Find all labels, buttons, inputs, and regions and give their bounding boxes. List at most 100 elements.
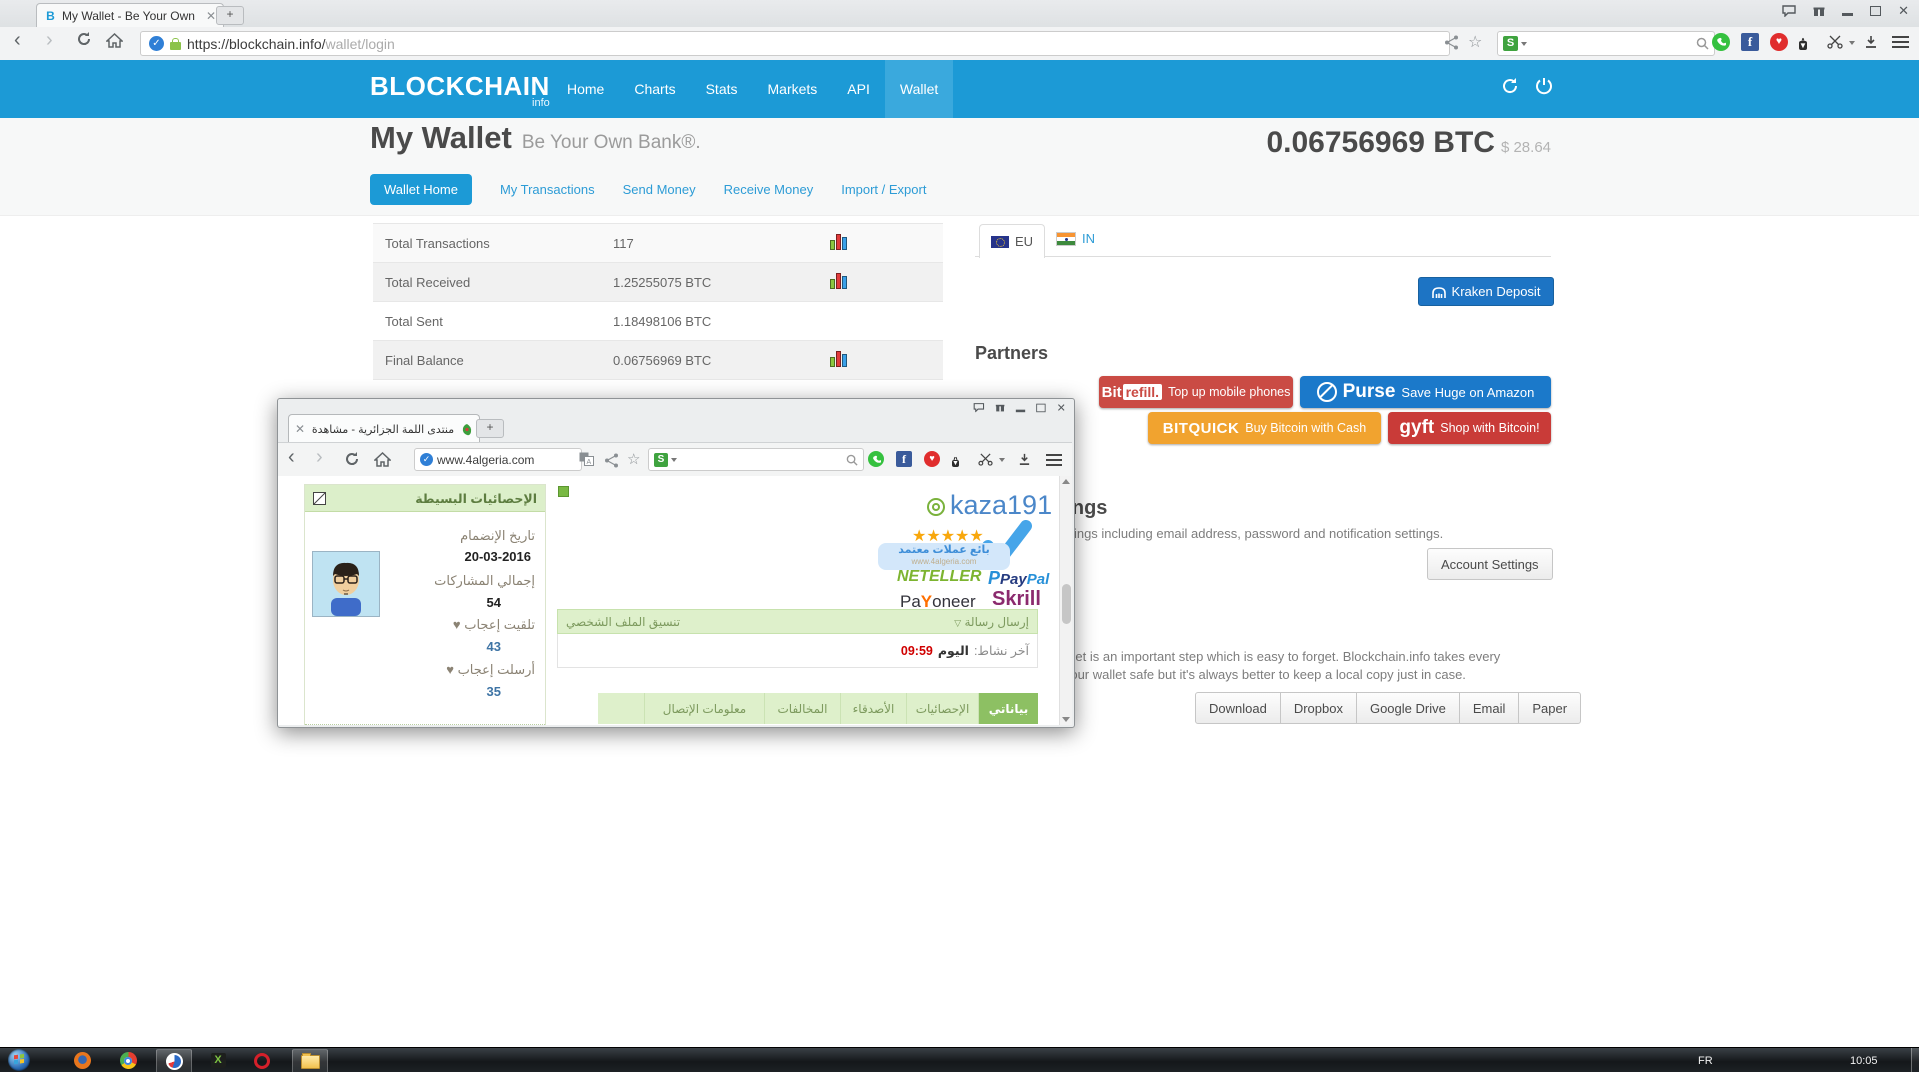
tab-statistics[interactable]: الإحصائيات <box>906 693 978 724</box>
taskbar-clock[interactable]: 10:05 <box>1850 1048 1878 1072</box>
address-bar[interactable]: ✓ https://blockchain.info/wallet/login <box>140 31 1450 56</box>
whatsapp-icon[interactable] <box>868 451 884 467</box>
whatsapp-icon[interactable] <box>1712 33 1730 51</box>
tab-my-transactions[interactable]: My Transactions <box>500 182 595 197</box>
search-engine-caret-icon[interactable] <box>1521 42 1527 46</box>
tab-close-icon[interactable]: ✕ <box>295 422 305 436</box>
browser-tab-wallet[interactable]: B My Wallet - Be Your Own ✕ <box>36 3 224 28</box>
scroll-up-icon[interactable] <box>1062 479 1070 484</box>
reload-icon[interactable] <box>344 451 360 467</box>
language-indicator[interactable]: FR <box>1698 1048 1713 1072</box>
format-profile-link[interactable]: تنسيق الملف الشخصي <box>566 615 680 629</box>
close-button[interactable]: ✕ <box>1057 402 1066 413</box>
search-magnifier-icon[interactable] <box>846 454 858 466</box>
forward-icon[interactable]: › <box>46 29 53 52</box>
translate-icon[interactable]: A <box>579 452 594 466</box>
tab-wallet-home[interactable]: Wallet Home <box>370 174 472 205</box>
tab-in[interactable]: IN <box>1056 231 1095 246</box>
menu-icon[interactable] <box>1046 452 1062 467</box>
back-icon[interactable]: ‹ <box>14 29 21 52</box>
search-engine-icon[interactable]: S <box>654 453 668 467</box>
taskbar-maxthon-icon[interactable] <box>156 1049 192 1072</box>
minimize-button[interactable] <box>1842 13 1853 16</box>
tab-close-icon[interactable]: ✕ <box>206 9 216 23</box>
profile-username[interactable]: kaza191 <box>950 490 1052 521</box>
feedback-bubble-icon[interactable] <box>1782 5 1796 17</box>
video-downloader-icon[interactable]: ▼ <box>1799 41 1807 50</box>
nav-markets[interactable]: Markets <box>753 60 833 118</box>
account-settings-button[interactable]: Account Settings <box>1427 548 1553 580</box>
tab-import-export[interactable]: Import / Export <box>841 182 926 197</box>
tab-infractions[interactable]: المخالفات <box>764 693 840 724</box>
logout-power-icon[interactable] <box>1534 76 1554 96</box>
bookmark-star-icon[interactable]: ☆ <box>627 450 640 468</box>
start-button[interactable] <box>8 1049 30 1071</box>
share-icon[interactable] <box>604 453 619 468</box>
tab-send-money[interactable]: Send Money <box>623 182 696 197</box>
new-tab-button[interactable]: + <box>216 6 244 25</box>
gift-icon[interactable] <box>1813 5 1825 17</box>
tab-my-data[interactable]: بياناتي <box>978 693 1038 724</box>
scrollbar[interactable] <box>1059 476 1072 725</box>
chart-icon[interactable] <box>830 273 847 289</box>
nav-wallet[interactable]: Wallet <box>885 60 953 118</box>
snip-caret-icon[interactable] <box>1849 41 1855 45</box>
refresh-icon[interactable] <box>1500 76 1520 96</box>
taskbar-opera-icon[interactable] <box>250 1049 274 1072</box>
home-icon[interactable] <box>374 452 391 467</box>
forward-icon[interactable]: › <box>316 446 323 469</box>
snip-caret-icon[interactable] <box>999 458 1005 462</box>
scroll-down-icon[interactable] <box>1062 717 1070 722</box>
snip-scissors-icon[interactable] <box>1827 35 1845 53</box>
favorites-heart-icon[interactable]: ♥ <box>924 451 940 467</box>
dropbox-button[interactable]: Dropbox <box>1280 692 1357 724</box>
taskbar-firefox-icon[interactable] <box>70 1049 94 1072</box>
scrollbar-thumb[interactable] <box>1062 584 1071 624</box>
gift-icon[interactable] <box>996 403 1005 412</box>
nav-home[interactable]: Home <box>552 60 619 118</box>
new-tab-button[interactable]: + <box>476 419 504 438</box>
blockchain-logo[interactable]: BLOCKCHAIN info <box>370 71 550 109</box>
chart-icon[interactable] <box>830 351 847 367</box>
address-bar[interactable]: ✓ www.4algeria.com <box>414 448 582 471</box>
tab-eu[interactable]: EU <box>979 224 1045 258</box>
purse-button[interactable]: Purse Save Huge on Amazon <box>1300 376 1551 408</box>
back-icon[interactable]: ‹ <box>288 446 295 469</box>
snip-scissors-icon[interactable] <box>978 453 993 466</box>
close-button[interactable]: ✕ <box>1898 4 1909 17</box>
tab-receive-money[interactable]: Receive Money <box>724 182 814 197</box>
send-message-link[interactable]: إرسال رسالة ▽ <box>954 615 1029 629</box>
nav-stats[interactable]: Stats <box>691 60 753 118</box>
search-magnifier-icon[interactable] <box>1696 37 1709 50</box>
tab-contact-info[interactable]: معلومات الإتصال <box>644 693 764 724</box>
gyft-button[interactable]: gyft Shop with Bitcoin! <box>1388 412 1551 444</box>
home-icon[interactable] <box>106 33 123 48</box>
bitquick-button[interactable]: BITQUICK Buy Bitcoin with Cash <box>1148 412 1381 444</box>
maximize-button[interactable] <box>1036 403 1045 412</box>
forum-browser-window[interactable]: ✕ ✕ منتدى اللمة الجزائرية - مشاهدة + ‹ ›… <box>277 398 1075 728</box>
collapse-square-icon[interactable] <box>558 486 569 497</box>
search-engine-caret-icon[interactable] <box>671 458 677 462</box>
tab-friends[interactable]: الأصدقاء <box>840 693 906 724</box>
kraken-deposit-button[interactable]: Kraken Deposit <box>1418 277 1554 306</box>
facebook-icon[interactable]: f <box>1741 33 1759 51</box>
share-icon[interactable] <box>1444 35 1462 53</box>
avatar[interactable] <box>312 551 380 617</box>
download-button[interactable]: Download <box>1195 692 1281 724</box>
facebook-icon[interactable]: f <box>896 451 912 467</box>
email-button[interactable]: Email <box>1459 692 1520 724</box>
paper-button[interactable]: Paper <box>1518 692 1581 724</box>
nav-api[interactable]: API <box>832 60 885 118</box>
search-box[interactable]: S <box>648 448 864 471</box>
feedback-bubble-icon[interactable] <box>973 403 984 412</box>
menu-icon[interactable] <box>1892 33 1909 51</box>
minimize-button[interactable] <box>1016 410 1025 413</box>
taskbar-app-icon[interactable]: X <box>206 1049 230 1072</box>
download-icon[interactable] <box>1018 453 1031 466</box>
bitrefill-button[interactable]: Bitrefill. Top up mobile phones <box>1099 376 1293 408</box>
nav-charts[interactable]: Charts <box>619 60 690 118</box>
bookmark-star-icon[interactable]: ☆ <box>1468 32 1486 50</box>
search-engine-icon[interactable]: S <box>1503 36 1518 51</box>
taskbar-chrome-icon[interactable] <box>116 1049 140 1072</box>
chart-icon[interactable] <box>830 234 847 250</box>
